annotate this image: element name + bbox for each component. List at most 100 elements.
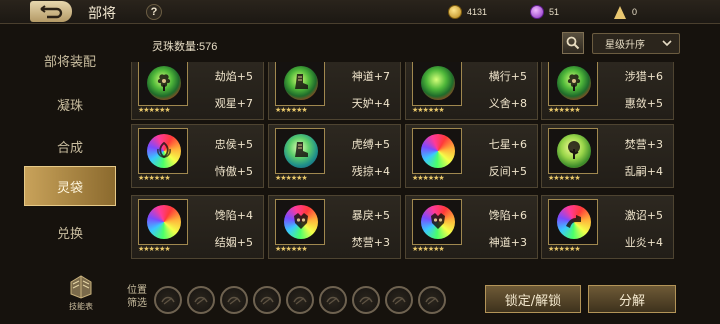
orb-card[interactable]: ★★★★★★ 焚营+3 乱嗣+4	[541, 124, 674, 188]
sort-dropdown[interactable]: 星级升序	[592, 33, 680, 54]
orb-attribute-primary: 馋陷+6	[488, 209, 527, 222]
search-button[interactable]	[562, 32, 584, 54]
orb-grid: ★★★★★★ 劫焰+5 观星+7 ★★★★★★ 神道+7 天妒+4 ★★★★★★ 横行+5 义舍…	[128, 62, 678, 272]
orb-card[interactable]: ★★★★★★ 七星+6 反间+5	[405, 124, 538, 188]
position-filter-icon	[293, 296, 307, 305]
position-filter-slot[interactable]	[418, 286, 446, 314]
position-filter-slot[interactable]	[286, 286, 314, 314]
orb-attribute-secondary: 焚营+3	[351, 236, 390, 249]
star-rating: ★★★★★★	[275, 246, 308, 253]
orb-frame	[138, 199, 188, 245]
orb-attribute-secondary: 恃傲+5	[214, 165, 253, 178]
sidebar-item-exchange[interactable]: 兑换	[24, 212, 116, 252]
skills-table-button[interactable]: 技能表	[56, 272, 106, 318]
orb-attribute-secondary: 神道+3	[488, 236, 527, 249]
orb-frame	[548, 199, 598, 245]
orb-attribute-secondary: 乱嗣+4	[624, 165, 663, 178]
sidebar-item-label: 兑换	[56, 226, 83, 242]
star-rating: ★★★★★★	[138, 175, 171, 182]
stamina-counter: 0	[614, 4, 637, 20]
star-rating: ★★★★★★	[275, 175, 308, 182]
position-filter-slot[interactable]	[319, 286, 347, 314]
sidebar-item-label: 合成	[56, 140, 83, 156]
orb-card[interactable]: ★★★★★★ 暴戾+5 焚营+3	[268, 195, 401, 259]
position-filter-label: 位置 筛选	[124, 284, 150, 310]
gold-counter: 4131	[448, 4, 487, 20]
search-icon	[566, 36, 580, 50]
orb-attribute-primary: 横行+5	[488, 70, 527, 83]
orb-attribute-secondary: 天妒+4	[351, 97, 390, 110]
sidebar-item-label: 部将装配	[43, 54, 96, 70]
lock-unlock-button[interactable]: 锁定/解锁	[485, 285, 581, 313]
filter-label-line1: 位置	[127, 285, 147, 296]
spirit-orb-icon	[421, 134, 455, 168]
gem-icon	[530, 5, 544, 19]
star-rating: ★★★★★★	[138, 246, 171, 253]
mask-icon	[427, 210, 449, 232]
decompose-button[interactable]: 分解	[588, 285, 676, 313]
sidebar-item-equip[interactable]: 部将装配	[24, 40, 116, 80]
orb-attribute-secondary: 结姻+5	[214, 236, 253, 249]
orb-card[interactable]: ★★★★★★ 激诏+5 业炎+4	[541, 195, 674, 259]
orb-card[interactable]: ★★★★★★ 忠侯+5 恃傲+5	[131, 124, 264, 188]
orb-attribute-primary: 忠侯+5	[214, 138, 253, 151]
star-rating: ★★★★★★	[412, 175, 445, 182]
position-filter-icon	[359, 296, 373, 305]
position-filter-slot[interactable]	[385, 286, 413, 314]
position-filter-icon	[425, 296, 439, 305]
gem-counter: 51	[530, 4, 559, 20]
sidebar-item-label: 灵袋	[56, 180, 83, 196]
help-button[interactable]: ?	[146, 4, 162, 20]
filter-label-line2: 筛选	[127, 298, 147, 309]
orb-card[interactable]: ★★★★★★ 馋陷+6 神道+3	[405, 195, 538, 259]
orb-frame	[138, 128, 188, 174]
tree-icon	[563, 139, 585, 161]
flower-icon	[153, 71, 175, 93]
boot-icon	[290, 139, 312, 161]
orb-card[interactable]: ★★★★★★ 劫焰+5 观星+7	[131, 62, 264, 120]
mask-icon	[290, 210, 312, 232]
position-filter-icon	[326, 296, 340, 305]
position-filter-icon	[227, 296, 241, 305]
orb-attribute-secondary: 惠敛+5	[624, 97, 663, 110]
orb-attribute-secondary: 残掠+4	[351, 165, 390, 178]
page-title: 部将	[88, 6, 116, 22]
orb-attribute-primary: 劫焰+5	[214, 70, 253, 83]
orb-card[interactable]: ★★★★★★ 虎缚+5 残掠+4	[268, 124, 401, 188]
skills-book-icon	[70, 275, 92, 299]
gem-value: 51	[549, 7, 560, 17]
star-rating: ★★★★★★	[548, 246, 581, 253]
orb-card[interactable]: ★★★★★★ 涉猎+6 惠敛+5	[541, 62, 674, 120]
spirit-orb-icon	[421, 66, 455, 100]
position-filter-slot[interactable]	[352, 286, 380, 314]
star-rating: ★★★★★★	[138, 107, 171, 114]
top-bar: 部将 ? 4131 51 0	[0, 0, 720, 24]
orb-card[interactable]: ★★★★★★ 神道+7 天妒+4	[268, 62, 401, 120]
back-arrow-icon	[40, 4, 63, 18]
orb-card[interactable]: ★★★★★★ 横行+5 义舍+8	[405, 62, 538, 120]
star-rating: ★★★★★★	[548, 175, 581, 182]
orb-attribute-secondary: 业炎+4	[624, 236, 663, 249]
position-filter-slot[interactable]	[220, 286, 248, 314]
skills-table-label: 技能表	[69, 302, 93, 311]
orb-frame	[138, 62, 188, 106]
position-filter-slot[interactable]	[154, 286, 182, 314]
orb-attribute-secondary: 义舍+8	[488, 97, 527, 110]
orb-frame	[412, 199, 462, 245]
sidebar-item-condense[interactable]: 凝珠	[24, 84, 116, 124]
spirit-orb-icon	[147, 205, 181, 239]
position-filter-slot[interactable]	[253, 286, 281, 314]
star-rating: ★★★★★★	[412, 246, 445, 253]
stamina-value: 0	[632, 7, 638, 17]
chevron-down-icon	[662, 40, 672, 47]
orb-card[interactable]: ★★★★★★ 馋陷+4 结姻+5	[131, 195, 264, 259]
lotus-icon	[153, 139, 175, 161]
sidebar-item-spirit-bag[interactable]: 灵袋	[24, 166, 116, 206]
back-button[interactable]	[30, 1, 72, 22]
orb-frame	[412, 62, 462, 106]
position-filter-slot[interactable]	[187, 286, 215, 314]
orb-attribute-primary: 暴戾+5	[351, 209, 390, 222]
star-rating: ★★★★★★	[548, 107, 581, 114]
orb-attribute-secondary: 观星+7	[214, 97, 253, 110]
sidebar-item-combine[interactable]: 合成	[24, 126, 116, 166]
